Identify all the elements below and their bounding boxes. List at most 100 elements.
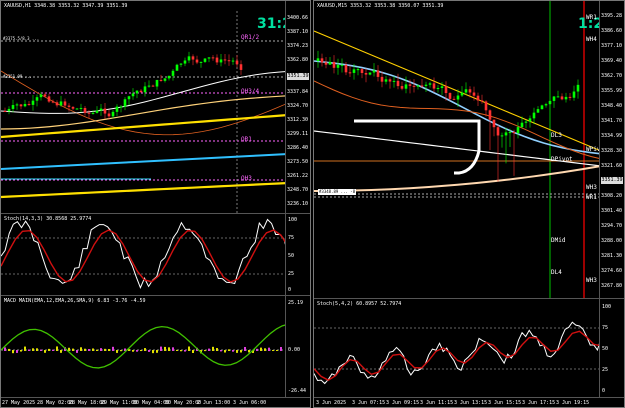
price-chart-h1 [1,11,289,213]
y-tick: 0 [602,388,606,394]
candle-body [27,103,31,105]
macd-histogram-bar [20,350,22,352]
level-label: QH3 [241,175,252,182]
macd-histogram-bar [248,350,250,353]
candle-body [360,69,364,74]
candle-body [95,110,99,113]
chart-title: XAUUSD,H1 3348.38 3353.32 3347.39 3351.3… [4,3,128,9]
y-tick: 3348.40 [601,103,623,109]
macd-histogram-bar [12,350,14,354]
macd-histogram-bar [264,348,266,351]
stoch-main-line [1,218,289,290]
x-tick: 3 Jun 2025 [316,400,347,406]
y-tick: 3387.10 [287,29,309,35]
candle-body [460,92,464,96]
candle-body [456,95,460,100]
macd-histogram-bar [188,346,190,351]
candle-body [424,84,428,86]
candle-body [187,56,191,61]
y-tick: 25 [602,367,609,373]
candle-body [496,127,500,136]
y-tick: -26.44 [288,388,307,394]
candle-body [151,85,155,87]
level-label: DL3 [551,132,562,139]
level-label: WH3 [586,277,597,284]
candle-body [392,80,396,82]
macd-histogram-bar [176,349,178,351]
x-tick: 3 Jun 19:15 [556,400,590,406]
candle-body [384,79,388,82]
current-price-marker: 3351.39 [287,73,309,80]
macd-histogram-bar [4,347,6,351]
chart-window-m15[interactable]: XAUUSD,M15 3353.32 3353.38 3350.07 3351.… [313,0,625,408]
candle-body [63,101,67,106]
indicator-title: Stoch(14,3,3) 30.8568 25.9774 [4,216,92,222]
candle-body [348,72,352,74]
macd-histogram-bar [76,350,78,353]
macd-histogram-bar [120,350,122,352]
macd-histogram-bar [172,347,174,351]
macd-histogram-bar [84,348,86,351]
price-pane-m15[interactable]: XAUUSD,M15 3353.32 3353.38 3350.07 3351.… [314,1,624,299]
candle-body [199,61,203,63]
y-tick: 3377.10 [601,43,623,49]
stoch-main-line [314,321,602,385]
macd-histogram-bar [52,349,54,351]
chart-window-h1[interactable]: XAUUSD,H1 3348.38 3353.32 3347.39 3351.3… [0,0,311,408]
y-tick: 100 [288,217,298,223]
candle-body [31,100,35,105]
candle-body [239,64,243,70]
candle-body [356,69,360,71]
macd-histogram-bar [236,350,238,353]
y-tick: 50 [602,346,609,352]
candle-body [492,119,496,128]
macd-histogram-bar [240,350,242,353]
macd-pane-h1[interactable]: MACD MAIN(EMA,12,EMA,26,SMA,9) 6.83 -3.7… [1,296,310,398]
candle-body [167,75,171,79]
candle-body [516,127,520,134]
candle-body [564,96,568,100]
candle-body [155,79,159,87]
candle-body [568,96,572,98]
candle-body [3,111,7,112]
candle-body [404,84,408,89]
candle-body [35,97,39,101]
candle-body [143,86,147,93]
candle-body [432,83,436,89]
y-tick: 25.19 [288,300,304,306]
y-tick: 3334.99 [601,133,623,139]
candle-body [175,64,179,71]
candle-body [219,59,223,63]
x-tick: 30 May 20:00 [165,400,202,406]
candle-body [59,101,63,106]
y-tick: 3386.60 [601,28,623,34]
stoch-chart-m15 [314,321,602,385]
candle-body [11,105,15,109]
macd-histogram-bar [40,349,42,351]
macd-histogram-bar [140,350,142,352]
candle-body [368,72,372,75]
macd-histogram-bar [48,348,50,351]
x-tick: 3 Jun 06:00 [233,400,267,406]
stoch-pane-h1[interactable]: Stoch(14,3,3) 30.8568 25.9774 100 75 50 … [1,214,310,296]
candle-body [428,83,432,85]
price-pane-h1[interactable]: XAUUSD,H1 3348.38 3353.32 3347.39 3351.3… [1,1,310,214]
candle-body [99,108,103,111]
candle-body [119,106,123,108]
macd-histogram-bar [256,348,258,351]
candle-body [352,69,356,73]
macd-histogram-bar [100,348,102,351]
candle-body [576,84,580,92]
macd-histogram-bar [216,348,218,351]
candle-body [71,106,75,109]
y-tick: 3324.70 [287,103,309,109]
candle-body [235,60,239,65]
stoch-pane-m15[interactable]: Stoch(5,4,2) 60.8957 52.7974 100 75 50 2… [314,299,624,398]
macd-histogram-bar [8,348,10,351]
macd-histogram-bar [36,348,38,351]
y-tick: 3281.30 [601,253,623,259]
candle-body [480,100,484,102]
macd-histogram-bar [112,346,114,351]
candle-body [316,58,320,61]
candle-body [15,104,19,106]
